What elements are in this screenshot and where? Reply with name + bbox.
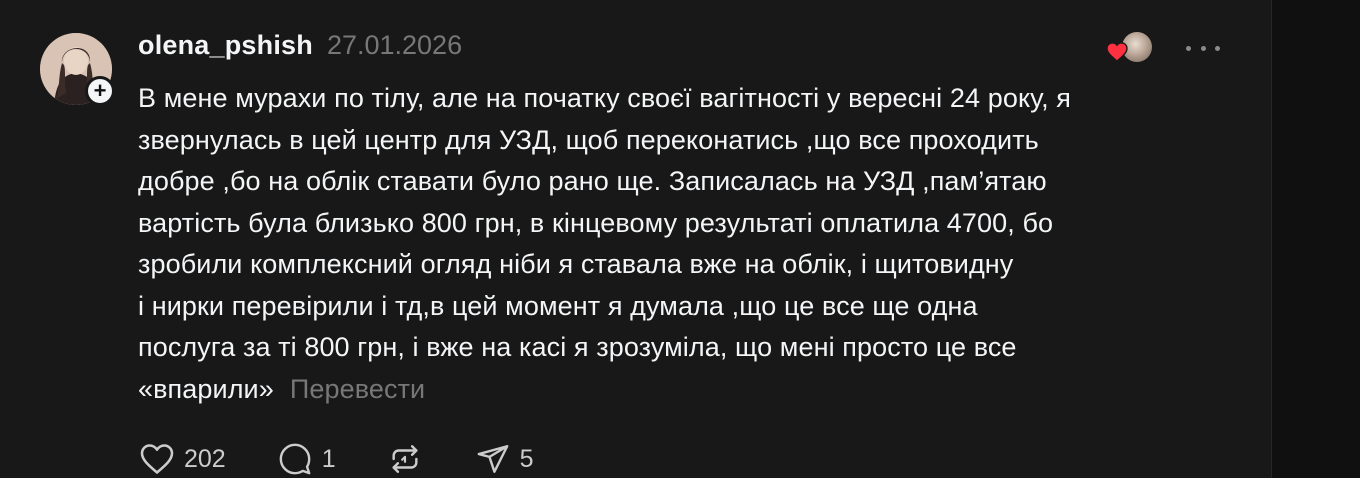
share-icon [474, 440, 512, 478]
post-body-line: «впарили» [138, 373, 274, 404]
translate-link[interactable]: Перевести [290, 374, 425, 404]
post-body-line: звернулась в цей центр для УЗД, щоб пере… [138, 124, 1039, 155]
post-body-line: В мене мурахи по тілу, але на початку св… [138, 83, 1071, 113]
liked-heart-icon [1106, 42, 1128, 62]
post-body: В мене мурахи по тілу, але на початку св… [138, 78, 1208, 410]
like-count: 202 [184, 444, 226, 473]
heart-icon [138, 440, 176, 478]
post-body-line: вартість була близько 800 грн, в кінцево… [138, 207, 1054, 238]
more-icon-dot [1215, 45, 1220, 51]
plus-icon: + [93, 78, 107, 103]
post-header: olena_pshish 27.01.2026 [138, 30, 462, 64]
repost-icon [386, 440, 424, 478]
post-body-line: послуга за ті 800 грн, і вже на касі я з… [138, 332, 1017, 362]
more-options-button[interactable] [1186, 34, 1220, 62]
follow-plus-button[interactable]: + [85, 76, 115, 106]
post-body-line: і нирки перевірили і тд,в цей момент я д… [138, 290, 978, 321]
repost-button[interactable] [386, 440, 424, 478]
share-button[interactable]: 5 [474, 440, 534, 478]
reply-button[interactable]: 1 [276, 440, 336, 478]
side-panel-background [1272, 0, 1360, 478]
post-body-last-line: «впарили» Перевести [138, 369, 1208, 411]
thread-post: + olena_pshish 27.01.2026 В мене мурахи … [0, 0, 1272, 478]
post-body-line: зробили комплексний огляд ніби я ставала… [138, 249, 1014, 279]
post-timestamp[interactable]: 27.01.2026 [327, 30, 462, 61]
comment-icon [276, 440, 314, 478]
username-link[interactable]: olena_pshish [138, 30, 313, 61]
more-icon-dot [1200, 45, 1206, 51]
liked-by-indicator[interactable] [1106, 32, 1152, 62]
author-avatar-wrap[interactable]: + [40, 33, 115, 106]
reply-count: 1 [321, 444, 336, 473]
more-icon-dot [1186, 45, 1191, 51]
like-button[interactable]: 202 [138, 440, 226, 478]
post-actions: 202 1 5 [138, 440, 584, 478]
post-body-line: добре ,бо на облік ставати було рано ще.… [138, 166, 1047, 196]
share-count: 5 [519, 444, 534, 473]
